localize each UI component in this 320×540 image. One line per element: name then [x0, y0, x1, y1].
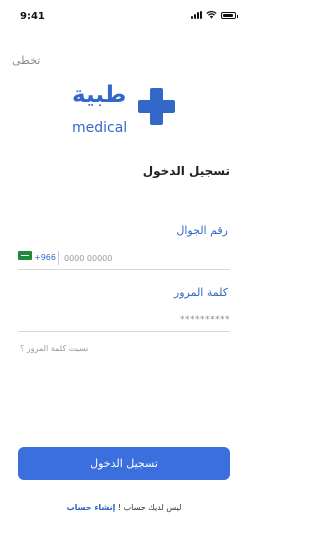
wifi-icon — [206, 11, 217, 19]
country-code[interactable]: +966 — [34, 253, 56, 262]
signup-prompt: ليس لديك حساب ! إنشاء حساب — [0, 503, 248, 512]
status-icons — [191, 11, 238, 19]
medical-cross-icon — [138, 88, 175, 125]
password-label: كلمة المرور — [173, 286, 228, 299]
status-bar: 9:41 — [0, 0, 248, 30]
phone-field: +966 — [18, 248, 230, 270]
battery-icon — [221, 11, 238, 19]
status-time: 9:41 — [20, 11, 45, 22]
field-divider — [58, 251, 59, 265]
login-button[interactable]: تسجيل الدخول — [18, 447, 230, 480]
signal-icon — [191, 11, 202, 19]
create-account-link[interactable]: إنشاء حساب — [67, 503, 116, 512]
password-field — [18, 310, 230, 332]
logo-arabic-text: طبية — [72, 82, 127, 108]
phone-label: رقم الجوال — [176, 224, 228, 237]
logo-english-text: medical — [72, 120, 128, 136]
phone-input[interactable] — [64, 250, 228, 266]
skip-button[interactable]: تخطى — [12, 54, 40, 67]
app-logo: طبية medical — [70, 82, 180, 140]
no-account-text: ليس لديك حساب ! — [117, 503, 182, 512]
saudi-flag-icon[interactable] — [18, 251, 32, 260]
forgot-password-link[interactable]: نسيت كلمة المرور ؟ — [20, 344, 88, 353]
password-input[interactable] — [18, 312, 230, 328]
page-title: تسجيل الدخول — [142, 164, 230, 178]
